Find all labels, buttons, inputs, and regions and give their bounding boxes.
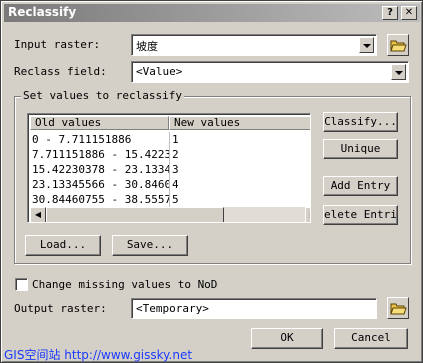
watermark-text: GIS空间站 http://www.gissky.net	[4, 348, 193, 362]
table-cell-new[interactable]: 2	[172, 147, 310, 162]
column-header-new-values[interactable]: New values	[169, 116, 310, 130]
table-cell-old[interactable]: 15.42230378 - 23.133455	[32, 162, 169, 177]
table-cell-old[interactable]: 23.13345566 - 30.846075	[32, 177, 169, 192]
reclass-field-label: Reclass field:	[14, 65, 107, 78]
unique-button[interactable]: Unique	[323, 139, 398, 159]
open-folder-icon	[390, 303, 407, 315]
scroll-right-button[interactable]: ▶	[305, 207, 311, 222]
table-cell-old[interactable]: 0 - 7.711151886	[32, 132, 169, 147]
cancel-button[interactable]: Cancel	[334, 328, 408, 349]
table-cell-old[interactable]: 30.84460755 - 38.555759	[32, 192, 169, 207]
reclassify-dialog: Reclassify ? ✕ Input raster: 坡度 Reclass …	[0, 0, 423, 363]
column-header-old-values[interactable]: Old values	[30, 116, 169, 130]
add-entry-button[interactable]: Add Entry	[323, 176, 398, 196]
table-cell-new[interactable]: 3	[172, 162, 310, 177]
open-folder-icon	[390, 40, 407, 52]
save-button[interactable]: Save...	[112, 235, 188, 256]
scroll-thumb[interactable]	[46, 207, 224, 222]
horizontal-scrollbar[interactable]: ◀ ▶	[30, 207, 311, 222]
table-cell-new[interactable]: 4	[172, 177, 310, 192]
table-cell-new[interactable]: 1	[172, 132, 310, 147]
arrow-left-icon: ◀	[34, 210, 42, 219]
input-raster-label: Input raster:	[14, 38, 101, 51]
delete-entries-button[interactable]: elete Entrie	[323, 205, 398, 225]
classify-button[interactable]: Classify...	[323, 112, 398, 132]
missing-values-checkbox[interactable]	[15, 278, 28, 291]
window-title: Reclassify	[8, 5, 77, 19]
table-cell-old[interactable]: 7.711151886 - 15.422303	[32, 147, 169, 162]
output-raster-value: <Temporary>	[136, 302, 209, 315]
title-bar[interactable]: Reclassify ? ✕	[4, 4, 420, 22]
arrow-right-icon: ▶	[306, 208, 311, 222]
chevron-down-icon[interactable]	[359, 37, 374, 53]
reclass-table[interactable]: Old values New values 0 - 7.711151886 1 …	[27, 113, 311, 223]
reclass-field-select[interactable]: <Value>	[131, 61, 409, 83]
output-raster-input[interactable]: <Temporary>	[131, 298, 377, 319]
reclass-field-value: <Value>	[136, 65, 183, 78]
output-raster-label: Output raster:	[14, 302, 107, 315]
chevron-down-icon[interactable]	[391, 64, 406, 80]
input-raster-value: 坡度	[136, 40, 158, 53]
help-button[interactable]: ?	[382, 6, 398, 20]
output-raster-browse-button[interactable]	[387, 297, 409, 319]
column-divider	[169, 132, 170, 207]
input-raster-select[interactable]: 坡度	[131, 34, 377, 56]
scroll-left-button[interactable]: ◀	[30, 207, 46, 222]
load-button[interactable]: Load...	[25, 235, 101, 256]
table-cell-new[interactable]: 5	[172, 192, 310, 207]
missing-values-label: Change missing values to NoD	[32, 278, 218, 291]
close-button[interactable]: ✕	[401, 6, 417, 20]
group-title: Set values to reclassify	[21, 89, 184, 102]
input-raster-browse-button[interactable]	[387, 34, 409, 56]
ok-button[interactable]: OK	[251, 328, 323, 349]
